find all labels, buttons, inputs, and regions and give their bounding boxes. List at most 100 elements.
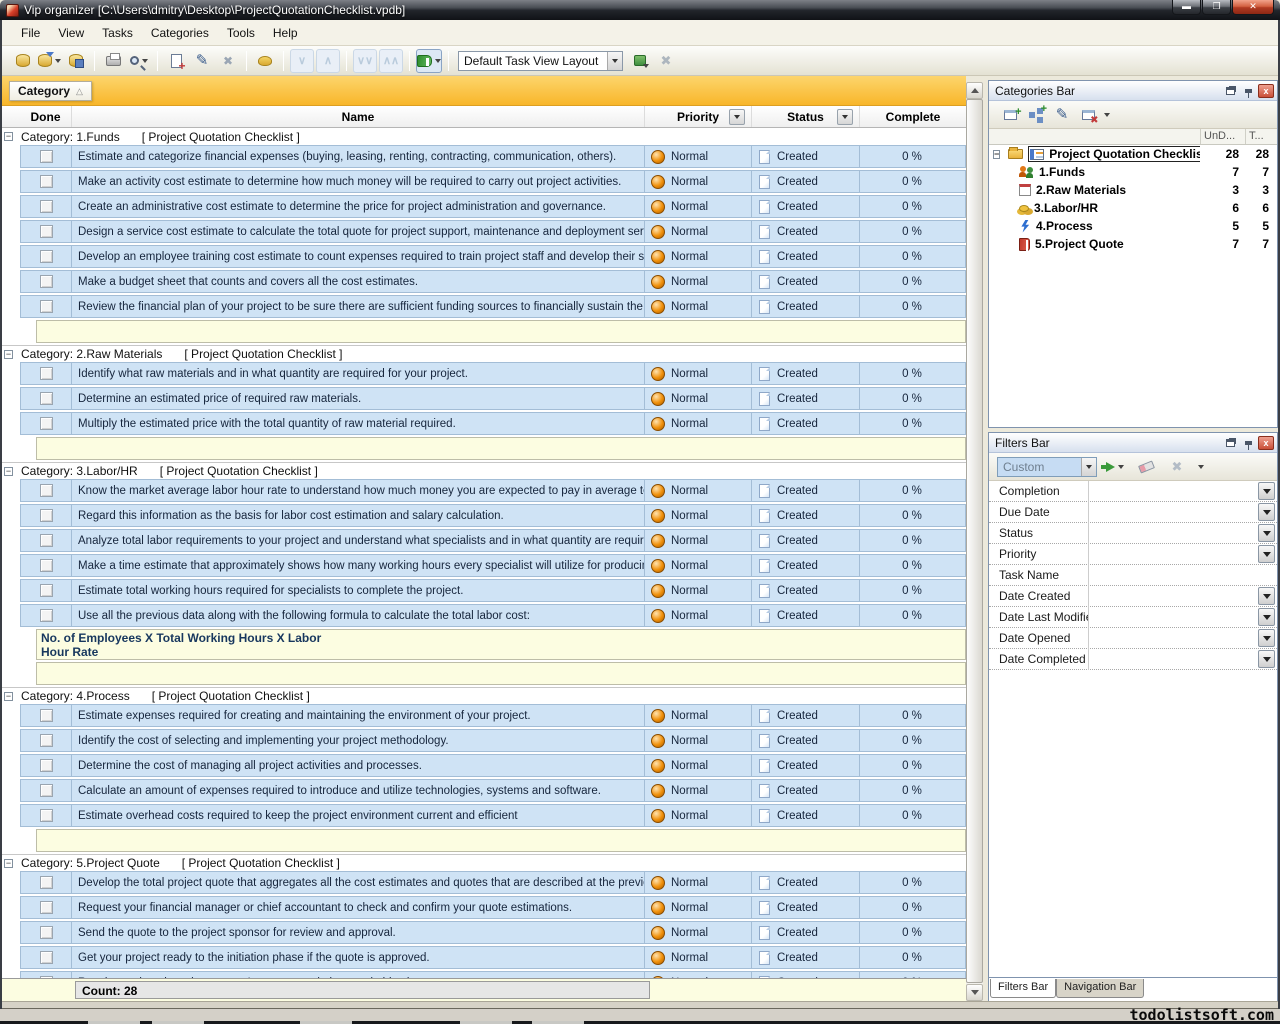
task-row[interactable]: Create an administrative cost estimate t… bbox=[20, 195, 966, 218]
scrollbar-thumb[interactable] bbox=[966, 99, 983, 983]
filter-dropdown-button[interactable] bbox=[1258, 587, 1275, 605]
column-header-done[interactable]: Done bbox=[20, 106, 72, 127]
apply-filter-button[interactable] bbox=[1103, 455, 1127, 479]
category-tree-item[interactable]: 4.Process55 bbox=[989, 217, 1277, 235]
group-header[interactable]: −Category: 1.Funds[ Project Quotation Ch… bbox=[0, 128, 966, 145]
filter-value-field[interactable] bbox=[1089, 586, 1277, 607]
task-checkbox[interactable] bbox=[40, 484, 53, 497]
task-checkbox[interactable] bbox=[40, 584, 53, 597]
task-row[interactable]: Analyze total labor requirements to your… bbox=[20, 529, 966, 552]
task-row[interactable]: Estimate overhead costs required to keep… bbox=[20, 804, 966, 827]
task-checkbox[interactable] bbox=[40, 300, 53, 313]
task-checkbox[interactable] bbox=[40, 609, 53, 622]
dropdown-arrow-icon[interactable] bbox=[55, 59, 61, 63]
task-checkbox[interactable] bbox=[40, 175, 53, 188]
print-preview-button[interactable] bbox=[127, 49, 151, 73]
toolbar-overflow-icon[interactable] bbox=[1104, 113, 1110, 117]
tab-navigation-bar[interactable]: Navigation Bar bbox=[1056, 979, 1144, 998]
task-row[interactable]: Estimate and categorize financial expens… bbox=[20, 145, 966, 168]
toolbar-overflow-icon[interactable] bbox=[1198, 465, 1204, 469]
filter-dropdown-button[interactable] bbox=[1258, 524, 1275, 542]
task-row[interactable]: Design a service cost estimate to calcul… bbox=[20, 220, 966, 243]
clear-filter-button[interactable] bbox=[1134, 455, 1158, 479]
task-checkbox[interactable] bbox=[40, 250, 53, 263]
task-checkbox[interactable] bbox=[40, 509, 53, 522]
filter-dropdown-button[interactable] bbox=[1258, 482, 1275, 500]
task-checkbox[interactable] bbox=[40, 367, 53, 380]
column-header-name[interactable]: Name bbox=[72, 106, 645, 127]
filter-dropdown-button[interactable] bbox=[1258, 629, 1275, 647]
task-row[interactable]: Make a time estimate that approximately … bbox=[20, 554, 966, 577]
task-row[interactable]: Regard this information as the basis for… bbox=[20, 504, 966, 527]
task-checkbox[interactable] bbox=[40, 275, 53, 288]
task-checkbox[interactable] bbox=[40, 901, 53, 914]
task-row[interactable]: Calculate an amount of expenses required… bbox=[20, 779, 966, 802]
task-row[interactable]: Use all the previous data along with the… bbox=[20, 604, 966, 627]
categories-button[interactable] bbox=[253, 49, 277, 73]
task-checkbox[interactable] bbox=[40, 784, 53, 797]
task-checkbox[interactable] bbox=[40, 392, 53, 405]
filter-value-field[interactable] bbox=[1089, 544, 1277, 565]
task-view-layout-button[interactable] bbox=[416, 49, 442, 73]
collapse-group-icon[interactable]: − bbox=[4, 132, 13, 141]
filter-dropdown-button[interactable] bbox=[1258, 650, 1275, 668]
category-tree-item[interactable]: 2.Raw Materials33 bbox=[989, 181, 1277, 199]
task-checkbox[interactable] bbox=[40, 709, 53, 722]
task-checkbox[interactable] bbox=[40, 809, 53, 822]
collapse-group-icon[interactable]: − bbox=[4, 859, 13, 868]
filter-preset-combo[interactable]: Custom bbox=[997, 457, 1097, 477]
task-row[interactable]: Make a budget sheet that counts and cove… bbox=[20, 270, 966, 293]
task-row[interactable]: Know the market average labor hour rate … bbox=[20, 479, 966, 502]
task-row[interactable]: Develop an employee training cost estima… bbox=[20, 245, 966, 268]
collapse-group-icon[interactable]: − bbox=[4, 350, 13, 359]
task-list-scrollbar[interactable] bbox=[966, 82, 983, 1001]
group-header[interactable]: −Category: 4.Process[ Project Quotation … bbox=[0, 687, 966, 704]
filter-value-field[interactable] bbox=[1089, 523, 1277, 544]
task-row[interactable]: Identify what raw materials and in what … bbox=[20, 362, 966, 385]
new-category-button[interactable] bbox=[998, 103, 1022, 127]
category-tree-item[interactable]: 5.Project Quote77 bbox=[989, 235, 1277, 253]
filter-value-field[interactable] bbox=[1089, 649, 1277, 670]
filter-dropdown-button[interactable] bbox=[1258, 608, 1275, 626]
close-button[interactable]: ✕ bbox=[1232, 0, 1274, 15]
task-row[interactable]: Make an activity cost estimate to determ… bbox=[20, 170, 966, 193]
collapse-group-icon[interactable]: − bbox=[4, 467, 13, 476]
manage-layouts-button[interactable] bbox=[628, 49, 652, 73]
group-header[interactable]: −Category: 5.Project Quote[ Project Quot… bbox=[0, 854, 966, 871]
menu-categories[interactable]: Categories bbox=[142, 22, 218, 44]
scroll-up-button[interactable] bbox=[966, 82, 983, 99]
task-row[interactable]: Receive and analyze the sponsor's recomm… bbox=[20, 971, 966, 978]
restore-button[interactable]: ❐ bbox=[1202, 0, 1231, 15]
filter-preset-dropdown-icon[interactable] bbox=[1081, 458, 1096, 476]
open-database-button[interactable] bbox=[37, 49, 62, 73]
save-database-button[interactable] bbox=[64, 49, 88, 73]
task-checkbox[interactable] bbox=[40, 150, 53, 163]
group-header[interactable]: −Category: 2.Raw Materials[ Project Quot… bbox=[0, 345, 966, 362]
new-subcategory-button[interactable] bbox=[1024, 103, 1048, 127]
pin-panel-icon[interactable] bbox=[1240, 84, 1256, 98]
tab-filters-bar[interactable]: Filters Bar bbox=[990, 979, 1056, 998]
task-checkbox[interactable] bbox=[40, 225, 53, 238]
menu-view[interactable]: View bbox=[49, 22, 93, 44]
task-checkbox[interactable] bbox=[40, 200, 53, 213]
column-header-priority[interactable]: Priority bbox=[645, 106, 752, 127]
task-row[interactable]: Request your financial manager or chief … bbox=[20, 896, 966, 919]
task-checkbox[interactable] bbox=[40, 876, 53, 889]
print-button[interactable] bbox=[101, 49, 125, 73]
category-tree-item[interactable]: 1.Funds77 bbox=[989, 163, 1277, 181]
task-checkbox[interactable] bbox=[40, 926, 53, 939]
dropdown-arrow-icon[interactable] bbox=[435, 59, 441, 63]
layout-combo-dropdown-icon[interactable] bbox=[607, 52, 622, 70]
filter-value-field[interactable] bbox=[1089, 502, 1277, 523]
menu-tasks[interactable]: Tasks bbox=[93, 22, 142, 44]
restore-panel-icon[interactable] bbox=[1222, 436, 1238, 450]
task-row[interactable]: Review the financial plan of your projec… bbox=[20, 295, 966, 318]
minimize-button[interactable]: ▬ bbox=[1172, 0, 1201, 15]
collapse-group-icon[interactable]: − bbox=[4, 692, 13, 701]
filter-dropdown-button[interactable] bbox=[1258, 545, 1275, 563]
filter-value-field[interactable] bbox=[1089, 628, 1277, 649]
pin-panel-icon[interactable] bbox=[1240, 436, 1256, 450]
task-row[interactable]: Get your project ready to the initiation… bbox=[20, 946, 966, 969]
task-view-layout-combo[interactable]: Default Task View Layout bbox=[458, 51, 623, 71]
menu-file[interactable]: File bbox=[12, 22, 49, 44]
